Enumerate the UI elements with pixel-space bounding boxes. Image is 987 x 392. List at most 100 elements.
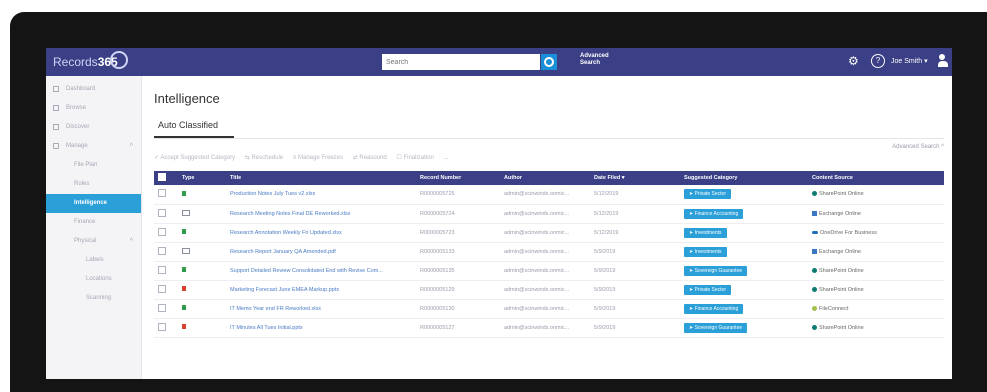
content-source-label: Exchange Online — [819, 248, 861, 255]
suggested-category-badge[interactable]: ➤ Investments — [684, 246, 727, 257]
row-checkbox[interactable] — [158, 246, 166, 255]
row-select-cell[interactable] — [154, 299, 178, 318]
sidebar-item-labels[interactable]: Labels — [46, 251, 141, 270]
sidebar-item-scanning[interactable]: Scanning — [46, 289, 141, 308]
row-checkbox[interactable] — [158, 227, 166, 236]
column-header-title[interactable]: Title — [226, 171, 416, 185]
search-input[interactable] — [382, 54, 540, 70]
row-checkbox[interactable] — [158, 303, 166, 312]
row-select-cell[interactable] — [154, 280, 178, 299]
title-link[interactable]: Production Notes July Tues v2.xlsx — [226, 185, 416, 204]
table-row[interactable]: Research Meeting Notes Final DE Reworked… — [154, 204, 944, 223]
sidebar-item-discover[interactable]: Discover — [46, 118, 141, 137]
table-row[interactable]: IT Minutes All Tues Initial.pptx R0000005… — [154, 318, 944, 337]
manage-freezes-button[interactable]: ≡ Manage Freezes — [293, 155, 343, 161]
row-checkbox[interactable] — [158, 189, 166, 198]
reasound-button[interactable]: ⇄ Reasound — [353, 155, 387, 161]
reschedule-button[interactable]: ⇆ Reschedule — [245, 155, 283, 161]
sidebar-item-label: Discover — [66, 124, 90, 130]
sidebar-item-browse[interactable]: Browse — [46, 99, 141, 118]
finalization-button[interactable]: ☐ Finalization — [396, 155, 433, 161]
column-header-date-filed[interactable]: Date Filed ▾ — [590, 171, 680, 185]
gear-icon[interactable]: ⚙ — [848, 54, 859, 68]
suggested-category-badge[interactable]: ➤ Finance Accounting — [684, 303, 744, 314]
column-header-suggested-category[interactable]: Suggested Category — [680, 171, 808, 185]
type-cell — [178, 280, 226, 299]
sidebar-item-label: File Plan — [74, 162, 98, 168]
help-icon[interactable]: ? — [871, 54, 885, 68]
column-header-author[interactable]: Author — [500, 171, 590, 185]
suggested-category-badge[interactable]: ➤ Investments — [684, 227, 727, 238]
sidebar-item-physical[interactable]: Physical ^ — [46, 232, 141, 251]
select-all-checkbox[interactable] — [158, 173, 166, 181]
sharepoint-icon — [812, 191, 817, 197]
category-cell: ➤ Sovereign Guarantee — [680, 318, 808, 337]
advanced-search-toggle[interactable]: Advanced Search ^ — [892, 144, 944, 150]
category-label: Private Sector — [694, 286, 726, 293]
record-number-cell: R0000005129 — [420, 286, 455, 293]
presentation-icon — [182, 324, 186, 329]
sidebar-item-locations[interactable]: Locations — [46, 270, 141, 289]
search-button[interactable] — [541, 54, 557, 70]
suggested-category-badge[interactable]: ➤ Private Sector — [684, 189, 731, 200]
title-link[interactable]: Research Annotation Weekly Fri Updated.x… — [226, 223, 416, 242]
tab-auto-classified[interactable]: Auto Classified — [158, 120, 218, 130]
table-row[interactable]: Support Detailed Review Consolidated End… — [154, 261, 944, 280]
category-cell: ➤ Investments — [680, 223, 808, 242]
suggested-category-badge[interactable]: ➤ Private Sector — [684, 284, 731, 295]
sidebar-item-rules[interactable]: Rules — [46, 175, 141, 194]
table-row[interactable]: Research Annotation Weekly Fri Updated.x… — [154, 223, 944, 242]
column-header-type[interactable]: Type — [178, 171, 226, 185]
row-select-cell[interactable] — [154, 223, 178, 242]
app-screen: Records365 AdvancedSearch ⚙ ? Joe Smith … — [46, 48, 952, 379]
sidebar-item-intelligence[interactable]: Intelligence — [46, 194, 141, 213]
title-link[interactable]: IT Minutes All Tues Initial.pptx — [226, 318, 416, 337]
suggested-category-badge[interactable]: ➤ Sovereign Guarantee — [684, 322, 748, 333]
advanced-search-link[interactable]: Advanced Search — [580, 53, 609, 67]
user-menu[interactable]: Joe Smith ▾ — [891, 57, 928, 65]
suggested-category-badge[interactable]: ➤ Sovereign Guarantee — [684, 265, 748, 276]
sidebar-item-finance[interactable]: Finance — [46, 213, 141, 232]
date-filed-cell: 5/9/2019 — [594, 267, 616, 274]
row-select-cell[interactable] — [154, 242, 178, 261]
record-number-cell: R0000005724 — [420, 210, 455, 217]
row-checkbox[interactable] — [158, 284, 166, 293]
date-filed-cell: 5/9/2019 — [594, 324, 616, 331]
table-row[interactable]: IT Memo Year end FR Reworked.xlsx R000000… — [154, 299, 944, 318]
row-select-cell[interactable] — [154, 318, 178, 337]
row-checkbox[interactable] — [158, 208, 166, 217]
select-all-header[interactable] — [154, 171, 178, 185]
table-row[interactable]: Marketing Forecast June EMEA Markup.pptx… — [154, 280, 944, 299]
title-link[interactable]: IT Memo Year end FR Reworked.xlsx — [226, 299, 416, 318]
author-cell: admin@scinwinds.onmic... — [504, 286, 570, 293]
content-source-cell: SharePoint Online — [808, 261, 944, 280]
fileconnect-icon — [812, 305, 817, 311]
row-select-cell[interactable] — [154, 185, 178, 204]
row-checkbox[interactable] — [158, 265, 166, 274]
column-header-record-number[interactable]: Record Number — [416, 171, 500, 185]
title-link[interactable]: Support Detailed Review Consolidated End… — [226, 261, 416, 280]
table-row[interactable]: Research Report January QA Amended.pdf R0… — [154, 242, 944, 261]
more-actions-button[interactable]: ... — [444, 155, 449, 161]
app-logo[interactable]: Records365 — [53, 55, 118, 69]
row-checkbox[interactable] — [158, 322, 166, 331]
suggested-category-badge[interactable]: ➤ Finance Accounting — [684, 208, 744, 219]
title-link[interactable]: Research Meeting Notes Final DE Reworked… — [226, 204, 416, 223]
sidebar-item-label: Browse — [66, 105, 87, 111]
sidebar-item-dashboard[interactable]: Dashboard — [46, 80, 141, 99]
title-link[interactable]: Research Report January QA Amended.pdf — [226, 242, 416, 261]
accept-category-button[interactable]: ✓ Accept Suggested Category — [154, 155, 235, 161]
sidebar-item-manage[interactable]: Manage ^ — [46, 137, 141, 156]
row-select-cell[interactable] — [154, 204, 178, 223]
sidebar-item-label: Dashboard — [66, 86, 96, 92]
title-link[interactable]: Marketing Forecast June EMEA Markup.pptx — [226, 280, 416, 299]
sidebar-item-label: Finance — [74, 219, 96, 225]
row-select-cell[interactable] — [154, 261, 178, 280]
category-cell: ➤ Private Sector — [680, 185, 808, 204]
sidebar-item-file-plan[interactable]: File Plan — [46, 156, 141, 175]
column-header-content-source[interactable]: Content Source — [808, 171, 944, 185]
user-icon[interactable] — [938, 54, 948, 68]
category-label: Private Sector — [694, 191, 726, 198]
table-row[interactable]: Production Notes July Tues v2.xlsx R00000… — [154, 185, 944, 204]
table-body: Production Notes July Tues v2.xlsx R00000… — [154, 185, 944, 337]
